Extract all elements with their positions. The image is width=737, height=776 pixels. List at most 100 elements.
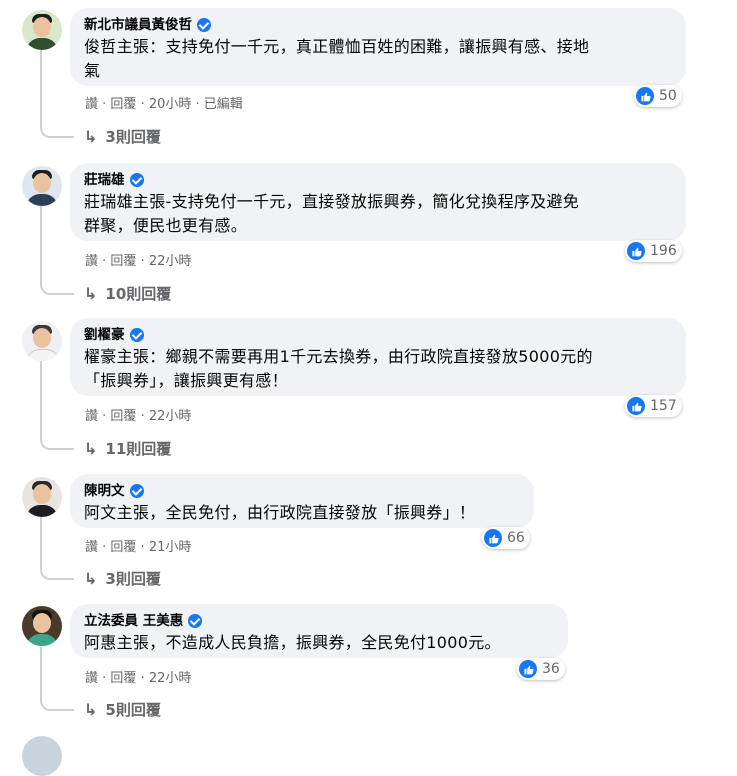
like-icon <box>519 660 537 678</box>
comment-bubble: 新北市議員黃俊哲 俊哲主張：支持免付一千元，真正體恤百姓的困難，讓振興有感、接地… <box>70 8 686 86</box>
comment-bubble: 陳明文 阿文主張，全民免付，由行政院直接發放「振興券」！ <box>70 474 534 528</box>
comment-text-line: 俊哲主張：支持免付一千元，真正體恤百姓的困難，讓振興有感、接地 <box>84 37 590 56</box>
reply-action[interactable]: 回覆 <box>110 540 136 555</box>
like-count: 66 <box>507 530 525 546</box>
reply-arrow-icon: ↳ <box>84 127 98 146</box>
thread-line <box>40 206 42 281</box>
like-count: 196 <box>650 243 677 259</box>
view-replies-button[interactable]: ↳ 11則回覆 <box>84 438 171 459</box>
like-action[interactable]: 讚 <box>85 671 98 686</box>
reply-action[interactable]: 回覆 <box>110 97 136 112</box>
edited-label[interactable]: 已編輯 <box>204 97 243 112</box>
comment-text-line: 群聚，便民也更有感。 <box>84 216 248 235</box>
reaction-count[interactable]: 157 <box>625 395 682 417</box>
avatar[interactable] <box>22 10 62 50</box>
reaction-count[interactable]: 36 <box>517 658 565 680</box>
reply-arrow-icon: ↳ <box>84 700 98 719</box>
like-action[interactable]: 讚 <box>85 540 98 555</box>
comment-actions: 讚 · 回覆 · 20小時 · 已編輯 <box>85 97 243 112</box>
replies-label[interactable]: 3則回覆 <box>105 568 160 589</box>
replies-label[interactable]: 11則回覆 <box>105 438 171 459</box>
replies-label[interactable]: 5則回覆 <box>105 699 160 720</box>
avatar[interactable] <box>22 166 62 206</box>
view-replies-button[interactable]: ↳ 3則回覆 <box>84 126 161 147</box>
reply-action[interactable]: 回覆 <box>110 254 136 269</box>
comment-bubble: 劉櫂豪 櫂豪主張：鄉親不需要再用1千元去換券，由行政院直接發放5000元的 「振… <box>70 318 686 396</box>
avatar[interactable] <box>22 477 62 517</box>
view-replies-button[interactable]: ↳ 5則回覆 <box>84 699 161 720</box>
reply-arrow-icon: ↳ <box>84 439 98 458</box>
reply-arrow-icon: ↳ <box>84 569 98 588</box>
comment-bubble: 莊瑞雄 莊瑞雄主張-支持免付一千元，直接發放振興券，簡化兌換程序及避免 群聚，便… <box>70 163 686 241</box>
timestamp[interactable]: 22小時 <box>149 409 192 424</box>
view-replies-button[interactable]: ↳ 3則回覆 <box>84 568 161 589</box>
avatar[interactable] <box>22 321 62 361</box>
like-count: 50 <box>659 88 677 104</box>
like-icon <box>627 397 645 415</box>
comment-text: 阿惠主張，不造成人民負擔，振興券，全民免付1000元。 <box>84 631 554 655</box>
view-replies-button[interactable]: ↳ 10則回覆 <box>84 283 171 304</box>
comment-actions: 讚 · 回覆 · 22小時 <box>85 671 192 686</box>
reply-action[interactable]: 回覆 <box>110 409 136 424</box>
thread-line <box>40 361 42 436</box>
verified-icon <box>197 18 211 32</box>
like-action[interactable]: 讚 <box>85 254 98 269</box>
comment-actions: 讚 · 回覆 · 21小時 <box>85 540 192 555</box>
reaction-count[interactable]: 196 <box>625 240 682 262</box>
thread-line <box>40 517 42 566</box>
comment-text: 櫂豪主張：鄉親不需要再用1千元去換券，由行政院直接發放5000元的 「振興券」，… <box>84 345 672 393</box>
avatar[interactable] <box>22 736 62 776</box>
author-label[interactable]: 劉櫂豪 <box>84 325 125 345</box>
replies-label[interactable]: 10則回覆 <box>105 283 171 304</box>
comment-text-line: 阿文主張，全民免付，由行政院直接發放「振興券」！ <box>84 503 476 522</box>
timestamp[interactable]: 22小時 <box>149 254 192 269</box>
comment-text-line: 氣 <box>84 61 101 80</box>
like-count: 157 <box>650 398 677 414</box>
like-icon <box>484 529 502 547</box>
like-icon <box>636 87 654 105</box>
reaction-count[interactable]: 66 <box>482 527 530 549</box>
thread-connector <box>40 566 74 580</box>
timestamp[interactable]: 21小時 <box>149 540 192 555</box>
comment-actions: 讚 · 回覆 · 22小時 <box>85 409 192 424</box>
reply-arrow-icon: ↳ <box>84 284 98 303</box>
reply-action[interactable]: 回覆 <box>110 671 136 686</box>
author-name[interactable]: 劉櫂豪 <box>84 325 672 345</box>
comment-text: 莊瑞雄主張-支持免付一千元，直接發放振興券，簡化兌換程序及避免 群聚，便民也更有… <box>84 190 672 238</box>
comment-text-line: 櫂豪主張：鄉親不需要再用1千元去換券，由行政院直接發放5000元的 <box>84 347 593 366</box>
author-name[interactable]: 陳明文 <box>84 481 520 501</box>
author-label[interactable]: 莊瑞雄 <box>84 170 125 190</box>
author-name[interactable]: 莊瑞雄 <box>84 170 672 190</box>
verified-icon <box>188 614 203 628</box>
like-icon <box>627 242 645 260</box>
comment-text-line: 「振興券」，讓振興更有感！ <box>84 371 288 390</box>
verified-icon <box>129 173 144 187</box>
thread-connector <box>40 436 74 450</box>
like-action[interactable]: 讚 <box>85 409 98 424</box>
like-action[interactable]: 讚 <box>85 97 98 112</box>
verified-icon <box>129 328 144 342</box>
thread-connector <box>40 124 74 138</box>
comment-text-line: 莊瑞雄主張-支持免付一千元，直接發放振興券，簡化兌換程序及避免 <box>84 192 580 211</box>
thread-line <box>40 647 42 697</box>
thread-connector <box>40 697 74 711</box>
comment-bubble: 立法委員 王美惠 阿惠主張，不造成人民負擔，振興券，全民免付1000元。 <box>70 604 568 658</box>
avatar[interactable] <box>22 606 62 646</box>
author-label[interactable]: 立法委員 王美惠 <box>84 611 183 631</box>
timestamp[interactable]: 22小時 <box>149 671 192 686</box>
comment-text: 阿文主張，全民免付，由行政院直接發放「振興券」！ <box>84 501 520 525</box>
timestamp[interactable]: 20小時 <box>149 97 192 112</box>
comment-text: 俊哲主張：支持免付一千元，真正體恤百姓的困難，讓振興有感、接地 氣 <box>84 35 672 83</box>
reaction-count[interactable]: 50 <box>634 85 682 107</box>
replies-label[interactable]: 3則回覆 <box>105 126 160 147</box>
like-count: 36 <box>542 661 560 677</box>
comment-actions: 讚 · 回覆 · 22小時 <box>85 254 192 269</box>
author-label[interactable]: 陳明文 <box>84 481 125 501</box>
comment-text-line: 阿惠主張，不造成人民負擔，振興券，全民免付1000元。 <box>84 633 501 652</box>
verified-icon <box>129 484 144 498</box>
author-name[interactable]: 立法委員 王美惠 <box>84 611 554 631</box>
author-name[interactable]: 新北市議員黃俊哲 <box>84 15 672 35</box>
thread-line <box>40 48 42 124</box>
author-label[interactable]: 新北市議員黃俊哲 <box>84 15 192 35</box>
thread-connector <box>40 281 74 295</box>
